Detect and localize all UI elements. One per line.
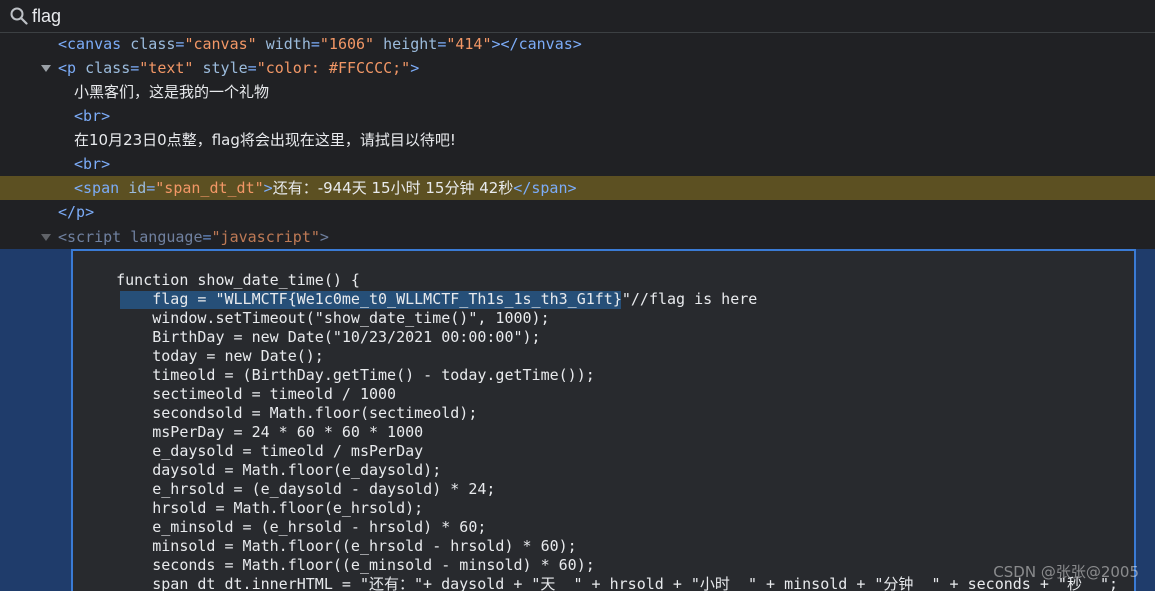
attr-name: language: [130, 228, 203, 246]
code-line-selected: flag = "WLLMCTF{We1c0me_t0_WLLMCTF_Th1s_…: [80, 290, 758, 309]
dom-node-span-selected[interactable]: <span id="span_dt_dt">还有：-944天 15小时 15分钟…: [0, 176, 1155, 200]
tag-open: <p: [58, 59, 77, 77]
attr-name: class: [85, 59, 131, 77]
script-text-editor[interactable]: function show_date_time() { flag = "WLLM…: [71, 249, 1136, 591]
attr-value: "1606": [319, 35, 375, 53]
dom-node-br[interactable]: <br>: [0, 152, 1155, 176]
watermark: CSDN @张张@2005: [993, 563, 1139, 581]
tag-close: >: [263, 179, 273, 197]
attr-name: width: [265, 35, 311, 53]
search-bar: [0, 0, 1155, 33]
attr-name: height: [383, 35, 438, 53]
tag-open: <canvas: [58, 35, 122, 53]
attr-name: id: [128, 179, 147, 197]
dom-text-node[interactable]: 在10月23日0点整，flag将会出现在这里，请拭目以待吧!: [0, 128, 1155, 152]
tag-br: <br>: [74, 107, 111, 125]
tag-close: ></canvas>: [491, 35, 582, 53]
dom-text-node[interactable]: 小黑客们，这是我的一个礼物: [0, 80, 1155, 104]
tag-end: </span>: [513, 179, 577, 197]
attr-value: "span_dt_dt": [155, 179, 264, 197]
attr-value: "canvas": [184, 35, 257, 53]
dom-node-br[interactable]: <br>: [0, 104, 1155, 128]
attr-value: "color: #FFCCCC;": [256, 59, 411, 77]
expand-triangle-icon[interactable]: [41, 234, 51, 241]
text-content: 小黑客们，这是我的一个礼物: [74, 83, 270, 101]
tag-open: <script: [58, 228, 122, 246]
search-input[interactable]: [32, 3, 1032, 29]
tag-close: >: [410, 59, 420, 77]
attr-value: "text": [139, 59, 194, 77]
dom-node-p-end[interactable]: </p>: [0, 200, 1155, 224]
dom-node-canvas[interactable]: <canvas class="canvas" width="1606" heig…: [0, 32, 1155, 56]
attr-name: class: [130, 35, 176, 53]
text-content: 在10月23日0点整，flag将会出现在这里，请拭目以待吧!: [74, 131, 456, 149]
search-icon: [10, 7, 28, 25]
attr-value: "javascript": [211, 228, 320, 246]
dom-node-script[interactable]: <script language="javascript">: [0, 225, 1155, 249]
tag-open: <span: [74, 179, 120, 197]
tag-br: <br>: [74, 155, 111, 173]
span-content: 还有：-944天 15小时 15分钟 42秒: [272, 179, 514, 197]
attr-name: style: [202, 59, 248, 77]
tag-close: >: [319, 228, 329, 246]
tag-end: </p>: [58, 203, 95, 221]
dom-node-p[interactable]: <p class="text" style="color: #FFCCCC;">: [0, 56, 1155, 80]
expand-triangle-icon[interactable]: [41, 65, 51, 72]
attr-value: "414": [446, 35, 492, 53]
